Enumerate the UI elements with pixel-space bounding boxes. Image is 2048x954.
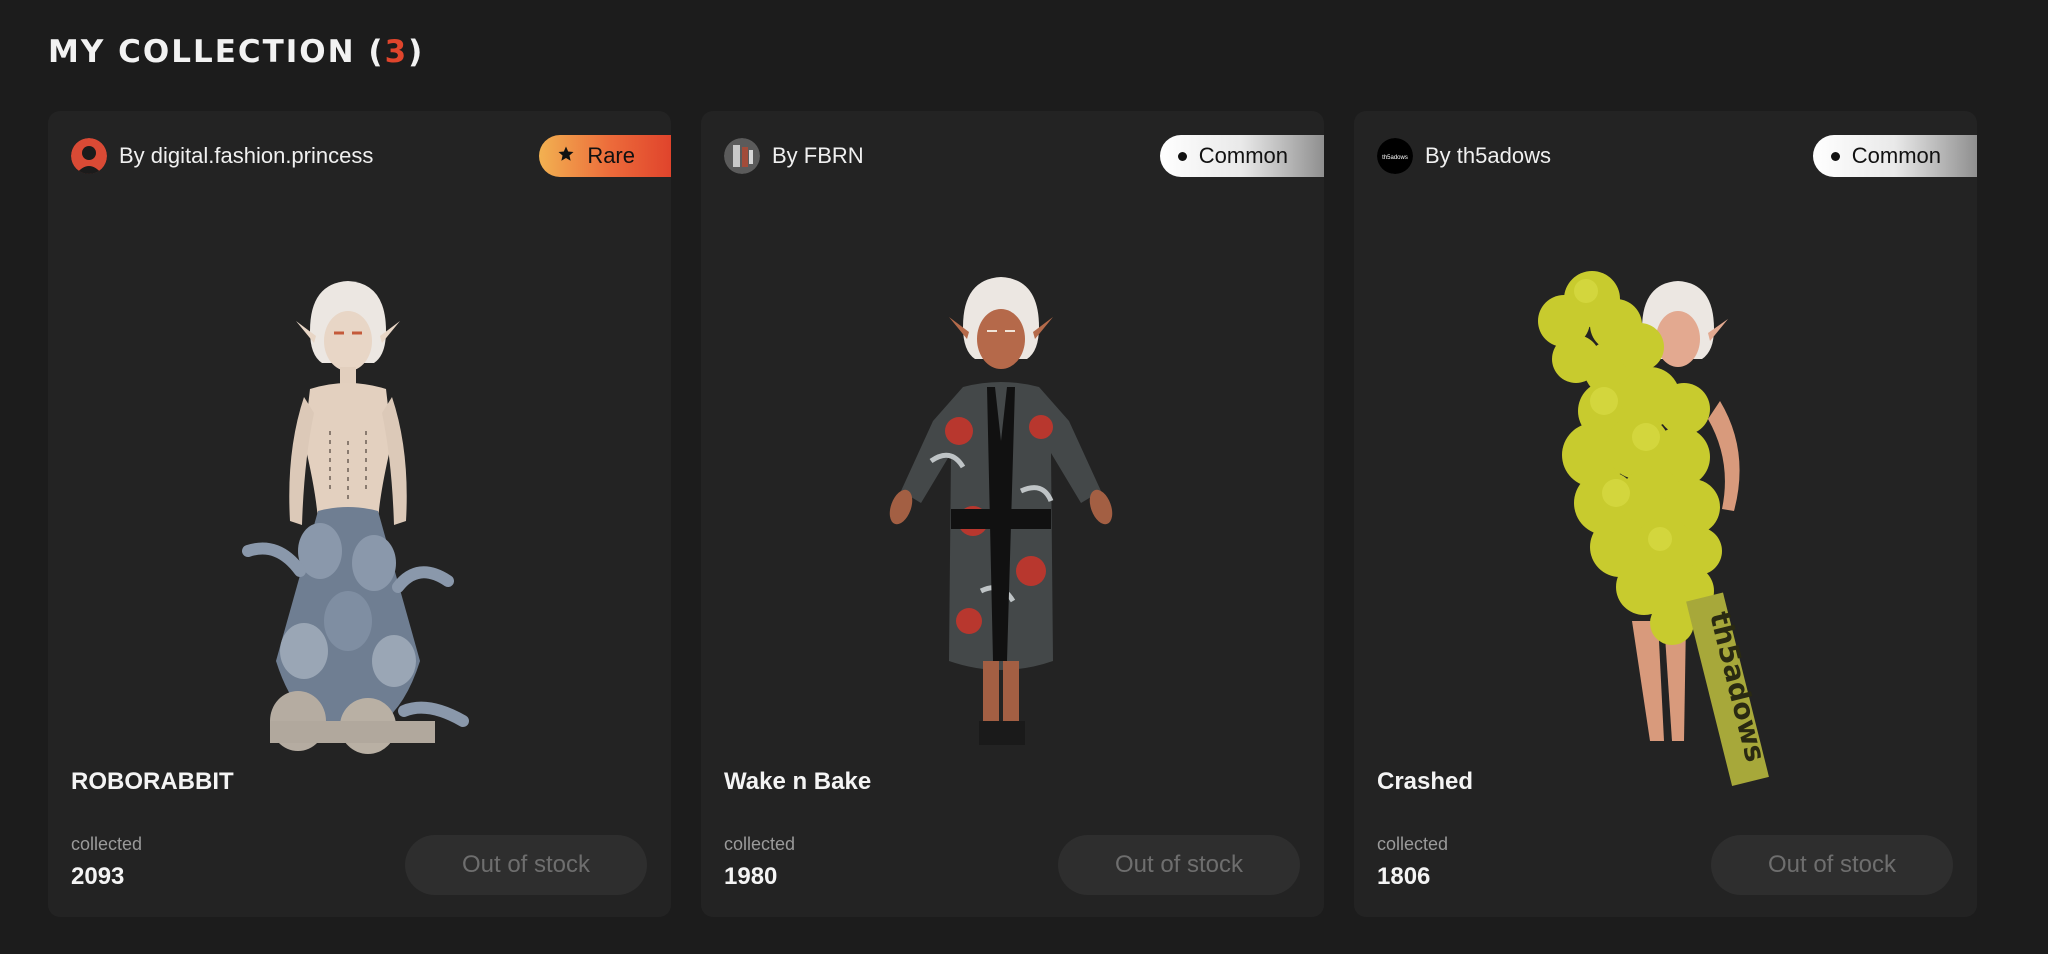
rarity-badge: Common	[1812, 135, 1977, 177]
collected-count: 1806	[1377, 863, 1431, 890]
collected-count: 1980	[724, 863, 778, 890]
collection-card[interactable]: By digital.fashion.princess Rare ROBORAB…	[48, 111, 671, 917]
item-name: Wake n Bake	[724, 768, 872, 795]
creator-name: By FBRN	[772, 143, 864, 168]
out-of-stock-button[interactable]: Out of stock	[1711, 835, 1953, 895]
collection-card[interactable]: By FBRN Common Wake n Bake collected 198…	[701, 111, 1324, 917]
creator-avatar	[71, 138, 107, 174]
page-title-text: MY COLLECTION (	[48, 34, 385, 70]
page-title: MY COLLECTION (3)	[48, 34, 424, 70]
avatar-logo-text: th5adows	[1382, 155, 1408, 161]
creator-name: By th5adows	[1425, 143, 1551, 168]
collection-card[interactable]: th5adows By th5adows Common th5adows Cra…	[1354, 111, 1977, 917]
out-of-stock-button[interactable]: Out of stock	[1058, 835, 1300, 895]
item-name: Crashed	[1377, 768, 1474, 795]
dot-icon	[1177, 151, 1187, 161]
collected-label: collected	[1377, 834, 1449, 854]
star-icon	[557, 145, 575, 167]
collection-grid: By digital.fashion.princess Rare ROBORAB…	[48, 111, 1977, 917]
rarity-badge: Rare	[539, 135, 671, 177]
item-name: ROBORABBIT	[71, 768, 234, 795]
creator[interactable]: By digital.fashion.princess	[71, 138, 373, 174]
creator[interactable]: By FBRN	[724, 138, 864, 174]
item-image[interactable]: th5adows	[1354, 191, 1977, 853]
dot-icon	[1830, 151, 1840, 161]
rarity-label: Rare	[587, 143, 635, 168]
creator[interactable]: th5adows By th5adows	[1377, 138, 1551, 174]
collected-count: 2093	[71, 863, 125, 890]
creator-name: By digital.fashion.princess	[119, 143, 374, 168]
item-image[interactable]	[48, 191, 671, 853]
item-image[interactable]	[701, 191, 1324, 853]
collected-label: collected	[724, 834, 796, 854]
rarity-label: Common	[1851, 143, 1941, 168]
rarity-badge: Common	[1159, 135, 1324, 177]
collected-label: collected	[71, 834, 143, 854]
page-title-close: )	[408, 34, 425, 70]
collection-count: 3	[384, 34, 409, 70]
out-of-stock-button[interactable]: Out of stock	[405, 835, 647, 895]
creator-avatar: th5adows	[1377, 138, 1413, 174]
creator-avatar	[724, 138, 760, 174]
rarity-label: Common	[1198, 143, 1288, 168]
